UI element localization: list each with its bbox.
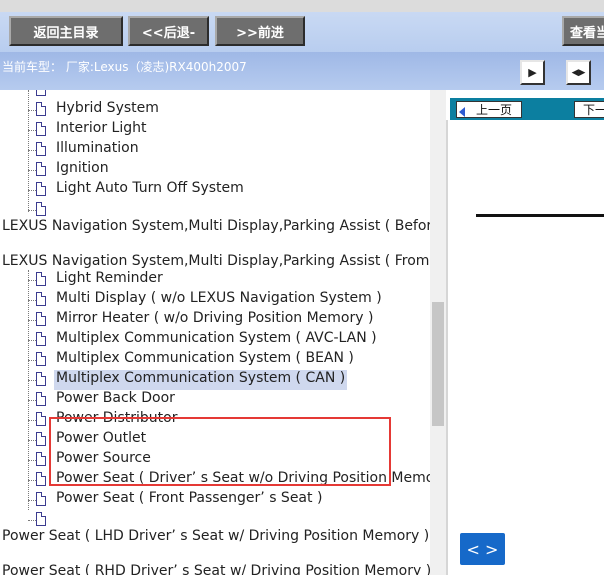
document-icon xyxy=(36,272,46,286)
tree-connector xyxy=(28,110,36,111)
arrow-left-icon xyxy=(459,107,465,117)
tree-folder[interactable]: LEXUS Navigation System,Multi Display,Pa… xyxy=(2,218,430,238)
tree-connector xyxy=(28,190,36,191)
content-divider xyxy=(446,120,448,575)
toggle-arrows-button[interactable]: < > xyxy=(460,533,505,565)
tree-pane: Hybrid System Interior Light Illuminatio… xyxy=(0,90,446,575)
next-page-label: 下一 xyxy=(583,103,604,117)
document-icon xyxy=(36,492,46,506)
tree-connector xyxy=(28,420,36,421)
tree-connector xyxy=(28,380,36,381)
tree-connector xyxy=(28,280,36,281)
tree-item[interactable]: Multiplex Communication System ( BEAN ) xyxy=(56,350,354,370)
tree-connector xyxy=(28,130,36,131)
document-icon xyxy=(36,122,46,136)
document-icon xyxy=(36,432,46,446)
split-view-button[interactable]: ◀▶ xyxy=(566,60,591,85)
tree-connector xyxy=(28,400,36,401)
tree-item-selected[interactable]: Multiplex Communication System ( CAN ) xyxy=(54,370,348,390)
tree-connector xyxy=(28,480,36,481)
next-page-button[interactable]: 下一 xyxy=(574,101,604,118)
document-icon xyxy=(36,162,46,176)
tree-connector xyxy=(28,150,36,151)
tree-item[interactable]: Light Reminder xyxy=(56,270,163,290)
tree-item[interactable]: Hybrid System xyxy=(56,100,159,120)
tree-connector xyxy=(28,500,36,501)
document-icon xyxy=(36,292,46,306)
tree-connector xyxy=(28,320,36,321)
vehicle-info-bar: 当前车型： 厂家:Lexus（凌志)RX400h2007 ▶ ◀▶ xyxy=(0,52,604,90)
tree-connector xyxy=(28,300,36,301)
tree-item[interactable]: Interior Light xyxy=(56,120,146,140)
document-icon xyxy=(36,90,46,96)
document-icon xyxy=(36,372,46,386)
tree-item[interactable]: Multi Display ( w/o LEXUS Navigation Sys… xyxy=(56,290,382,310)
arrow-right-icon: ▶ xyxy=(528,66,537,79)
scrollbar-thumb[interactable] xyxy=(432,302,444,426)
tree-folder[interactable]: Power Seat ( RHD Driver’ s Seat w/ Drivi… xyxy=(2,563,430,575)
tree-connector xyxy=(28,440,36,441)
back-to-main-menu-button[interactable]: 返回主目录 xyxy=(9,16,123,46)
tree-item[interactable]: Power Seat ( Front Passenger’ s Seat ) xyxy=(56,490,322,510)
tree-item[interactable]: Light Auto Turn Off System xyxy=(56,180,244,200)
document-icon xyxy=(36,452,46,466)
tree-item[interactable]: Ignition xyxy=(56,160,109,180)
document-icon xyxy=(36,142,46,156)
tree-item[interactable]: Mirror Heater ( w/o Driving Position Mem… xyxy=(56,310,373,330)
tree-connector xyxy=(28,360,36,361)
document-icon xyxy=(36,352,46,366)
arrows-inward-icon: ◀▶ xyxy=(571,67,586,78)
collapse-left-pane-button[interactable]: ▶ xyxy=(520,60,545,85)
document-tree: Hybrid System Interior Light Illuminatio… xyxy=(0,90,430,575)
document-icon xyxy=(36,472,46,486)
document-icon xyxy=(36,412,46,426)
toolbar: 返回主目录 <<后退- >>前进 查看当 xyxy=(0,12,604,52)
tree-connector xyxy=(28,520,36,521)
tree-guide xyxy=(28,270,29,510)
horizontal-rule xyxy=(476,214,604,217)
current-vehicle-label: 当前车型： 厂家:Lexus（凌志)RX400h2007 xyxy=(2,60,247,74)
window-top-strip xyxy=(0,0,604,12)
tree-connector xyxy=(28,170,36,171)
document-icon xyxy=(36,182,46,196)
tree-folder[interactable]: Power Seat ( LHD Driver’ s Seat w/ Drivi… xyxy=(2,528,429,548)
previous-page-label: 上一页 xyxy=(475,103,512,117)
tree-connector xyxy=(28,340,36,341)
document-icon xyxy=(36,102,46,116)
page-navigation-strip: 上一页 下一 xyxy=(450,98,604,120)
tree-connector xyxy=(28,460,36,461)
previous-page-button[interactable]: 上一页 xyxy=(456,101,522,118)
tree-item[interactable]: Power Back Door xyxy=(56,390,175,410)
tree-guide xyxy=(28,90,29,212)
tree-item[interactable]: Multiplex Communication System ( AVC-LAN… xyxy=(56,330,377,350)
document-icon xyxy=(36,392,46,406)
document-icon xyxy=(36,312,46,326)
document-icon xyxy=(36,332,46,346)
document-icon xyxy=(36,512,46,526)
back-button[interactable]: <<后退- xyxy=(128,16,209,46)
forward-button[interactable]: >>前进 xyxy=(215,16,305,46)
vertical-scrollbar[interactable] xyxy=(430,90,446,575)
annotation-highlight-box xyxy=(49,417,391,486)
view-button[interactable]: 查看当 xyxy=(562,16,604,46)
tree-connector xyxy=(28,210,36,211)
tree-item[interactable]: Illumination xyxy=(56,140,139,160)
document-icon xyxy=(36,202,46,216)
content-pane: 上一页 下一 < > xyxy=(446,90,604,575)
